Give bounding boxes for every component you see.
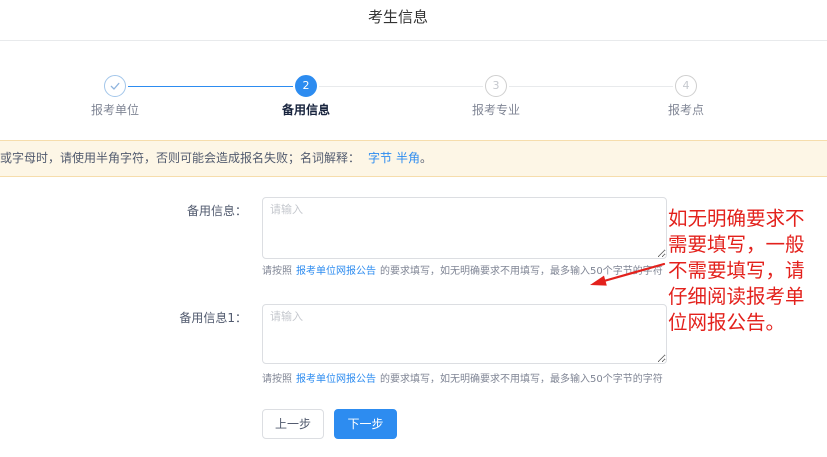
notice-bar: 或字母时，请使用半角字符，否则可能会造成报名失败；名词解释： 字节 半角。: [0, 140, 827, 177]
step-label: 备用信息: [281, 103, 330, 117]
next-step-button[interactable]: 下一步: [334, 409, 397, 439]
step-exam-site: 4 报考点: [626, 75, 746, 121]
hint-text-before: 请按照: [262, 266, 292, 277]
checkmark-icon: [110, 82, 120, 90]
annotation-line: 仔细阅读报考单: [668, 285, 805, 308]
step-major: 3 报考专业: [436, 75, 556, 121]
annotation-line: 不需要填写，请: [668, 259, 805, 282]
hint-announcement-link[interactable]: 报考单位网报公告: [296, 374, 376, 385]
annotation-line: 如无明确要求不: [668, 207, 805, 230]
step-number: 4: [675, 75, 697, 97]
annotation-line: 位网报公告。: [668, 311, 786, 334]
step-number: 3: [485, 75, 507, 97]
notice-end: 。: [420, 151, 433, 165]
step-backup-info: 2 备用信息: [246, 75, 366, 121]
hint-text-before: 请按照: [262, 374, 292, 385]
header-divider: [0, 40, 827, 41]
backup-info-textarea[interactable]: [262, 197, 667, 259]
step-apply-unit: 报考单位: [55, 75, 175, 121]
notice-link-halfwidth[interactable]: 半角: [396, 151, 420, 165]
backup-info-1-label: 备用信息1：: [179, 311, 247, 325]
step-label: 报考专业: [471, 103, 520, 117]
step-label: 报考单位: [90, 103, 139, 117]
notice-text: 或字母时，请使用半角字符，否则可能会造成报名失败；名词解释：: [0, 151, 361, 165]
hint-text-after: 的要求填写，如无明确要求不用填写，最多输入50个字节的字符: [380, 374, 663, 385]
hint-announcement-link[interactable]: 报考单位网报公告: [296, 266, 376, 277]
backup-info-label: 备用信息：: [186, 204, 247, 218]
annotation-line: 需要填写，一般: [668, 233, 805, 256]
annotation-note: 如无明确要求不 需要填写，一般 不需要填写，请 仔细阅读报考单 位网报公告。: [668, 206, 818, 336]
notice-link-byte[interactable]: 字节: [368, 151, 392, 165]
page-title: 考生信息: [367, 8, 428, 26]
step-label: 报考点: [667, 103, 704, 117]
prev-step-button[interactable]: 上一步: [262, 409, 324, 439]
step-number: 2: [295, 75, 317, 97]
step-circle: [104, 75, 126, 97]
backup-info-1-textarea[interactable]: [262, 304, 667, 364]
red-arrow-icon: [590, 262, 666, 286]
backup-info-1-hint: 请按照 报考单位网报公告 的要求填写，如无明确要求不用填写，最多输入50个字节的字符: [262, 373, 663, 387]
